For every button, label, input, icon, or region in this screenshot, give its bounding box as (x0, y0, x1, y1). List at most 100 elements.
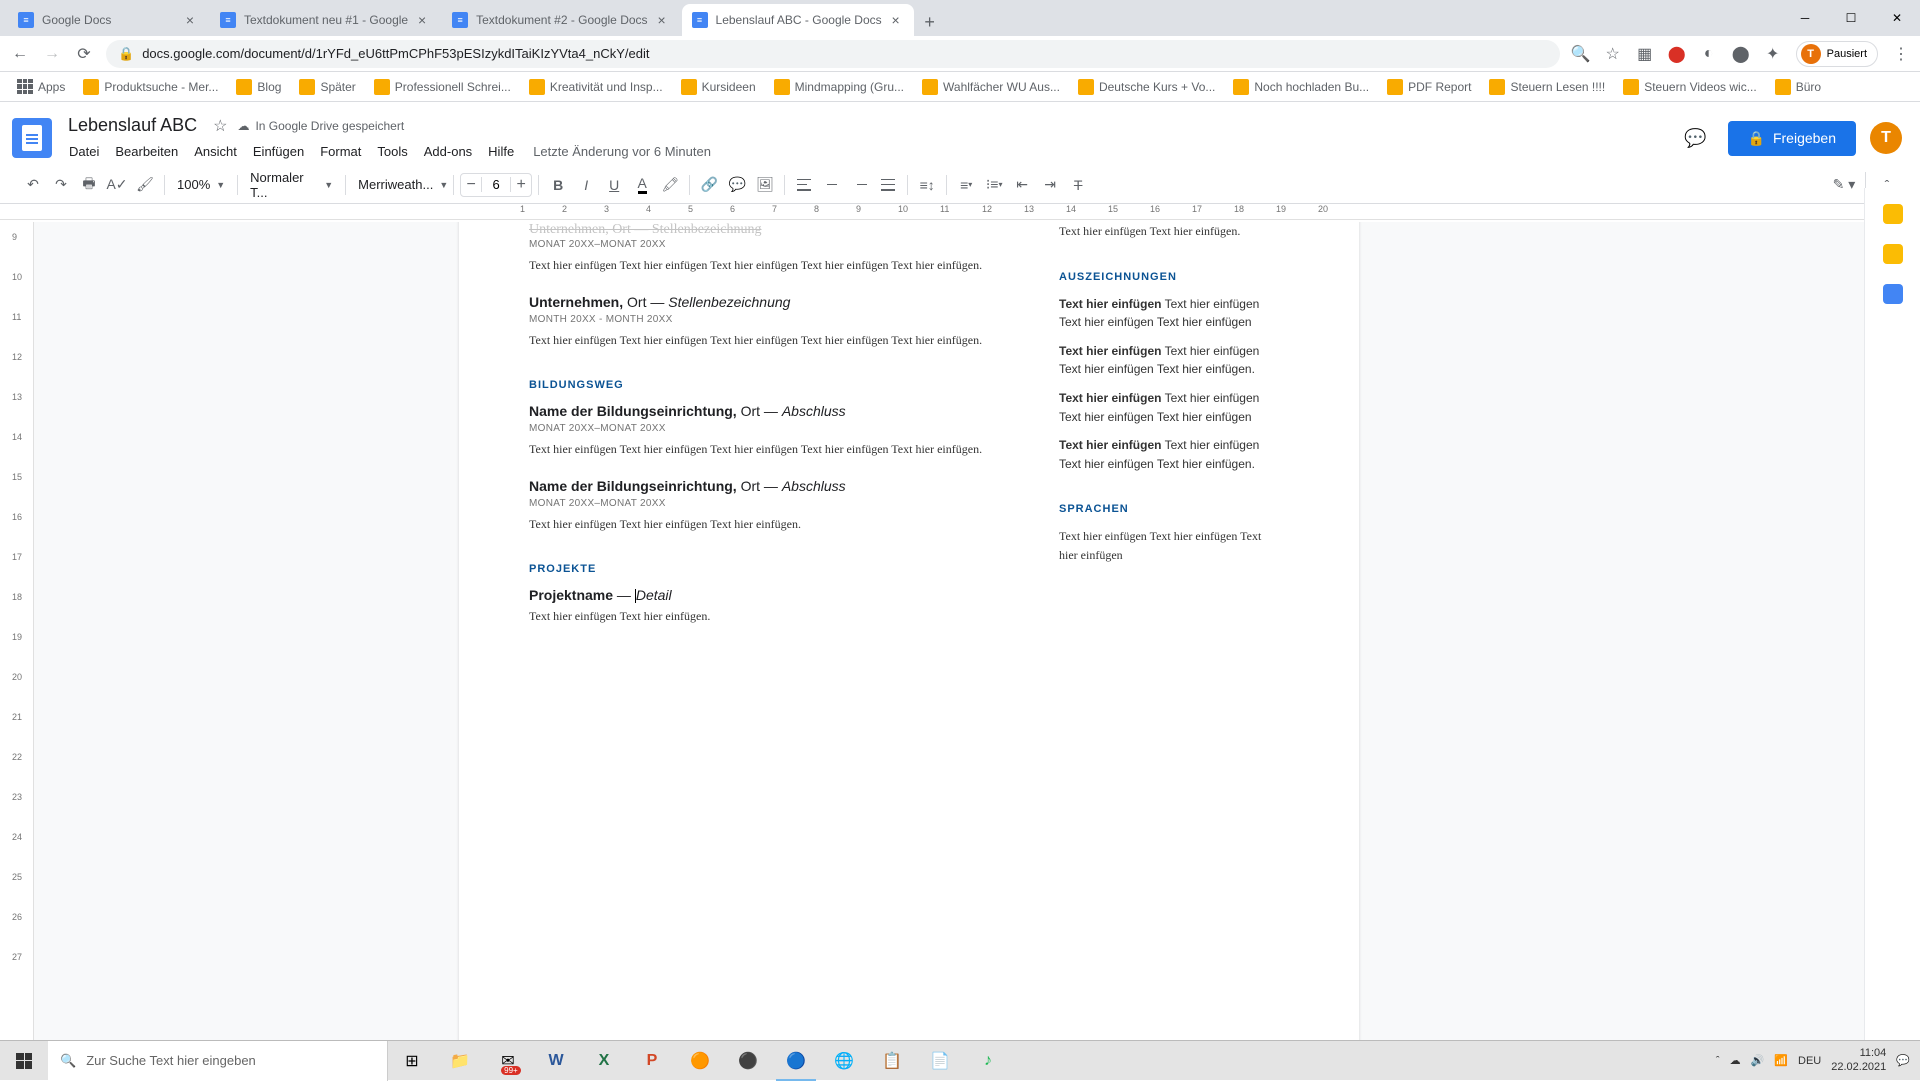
network-icon[interactable]: 📶 (1774, 1054, 1788, 1067)
align-right-button[interactable] (847, 172, 873, 198)
menu-help[interactable]: Hilfe (481, 140, 521, 163)
bookmark-item[interactable]: Steuern Lesen !!!! (1482, 75, 1612, 99)
section-heading-awards[interactable]: AUSZEICHNUNGEN (1059, 271, 1279, 283)
mail-icon[interactable]: ✉99+ (484, 1041, 532, 1081)
menu-icon[interactable]: ⋮ (1892, 45, 1910, 63)
section-heading-languages[interactable]: SPRACHEN (1059, 503, 1279, 515)
award-item[interactable]: Text hier einfügen Text hier einfügen Te… (1059, 436, 1279, 473)
browser-tab[interactable]: ≡ Lebenslauf ABC - Google Docs × (682, 4, 914, 36)
profile-chip[interactable]: T Pausiert (1796, 41, 1878, 67)
bookmark-item[interactable]: Kursideen (674, 75, 763, 99)
account-avatar[interactable]: T (1870, 122, 1902, 154)
docs-logo[interactable] (12, 118, 52, 158)
notifications-icon[interactable]: 💬 (1896, 1054, 1910, 1067)
entry-title[interactable]: Projektname — Detail (529, 587, 999, 605)
extension-icon[interactable]: ⬤ (1668, 45, 1686, 63)
new-tab-button[interactable]: + (916, 8, 944, 36)
section-heading-projects[interactable]: PROJEKTE (529, 563, 999, 575)
redo-button[interactable]: ↷ (48, 172, 74, 198)
entry-body[interactable]: Text hier einfügen Text hier einfügen. (529, 607, 999, 625)
entry-date[interactable]: MONAT 20XX–MONAT 20XX (529, 239, 999, 250)
bulleted-list-button[interactable]: ⁝≡▾ (981, 172, 1007, 198)
comments-button[interactable]: 💬 (1678, 120, 1714, 156)
close-icon[interactable]: × (182, 12, 198, 28)
obs-icon[interactable]: ⚫ (724, 1041, 772, 1081)
entry-title[interactable]: Unternehmen, Ort — Stellenbezeichnung (529, 294, 999, 312)
font-select[interactable]: Merriweath...▼ (352, 172, 447, 198)
reload-button[interactable]: ⟳ (74, 44, 94, 64)
menu-edit[interactable]: Bearbeiten (108, 140, 185, 163)
close-icon[interactable]: × (888, 12, 904, 28)
zoom-select[interactable]: 100%▼ (171, 172, 231, 198)
print-button[interactable]: 🖶 (76, 172, 102, 198)
insert-comment-button[interactable]: 💬 (724, 172, 750, 198)
entry-body[interactable]: Text hier einfügen Text hier einfügen Te… (529, 331, 999, 349)
align-center-button[interactable] (819, 172, 845, 198)
entry-date[interactable]: MONAT 20XX–MONAT 20XX (529, 498, 999, 509)
task-view-button[interactable]: ⊞ (388, 1041, 436, 1081)
bookmark-item[interactable]: Steuern Videos wic... (1616, 75, 1764, 99)
menu-addons[interactable]: Add-ons (417, 140, 479, 163)
keep-icon[interactable] (1883, 244, 1903, 264)
powerpoint-icon[interactable]: P (628, 1041, 676, 1081)
entry-title-truncated[interactable]: Unternehmen, Ort — Stellenbezeichnung (529, 222, 999, 238)
award-item[interactable]: Text hier einfügen Text hier einfügen Te… (1059, 389, 1279, 426)
italic-button[interactable]: I (573, 172, 599, 198)
last-edit-label[interactable]: Letzte Änderung vor 6 Minuten (533, 144, 711, 159)
vertical-ruler[interactable]: 9 10 11 12 13 14 15 16 17 18 19 20 21 22… (0, 222, 34, 1046)
back-button[interactable]: ← (10, 44, 30, 64)
browser-tab[interactable]: ≡ Textdokument #2 - Google Docs × (442, 4, 679, 36)
onedrive-icon[interactable]: ☁ (1730, 1054, 1741, 1067)
calendar-icon[interactable] (1883, 204, 1903, 224)
extension-icon[interactable]: ⬤ (1732, 45, 1750, 63)
close-icon[interactable]: × (654, 12, 670, 28)
word-icon[interactable]: W (532, 1041, 580, 1081)
clock[interactable]: 11:04 22.02.2021 (1831, 1047, 1886, 1073)
apps-button[interactable]: Apps (10, 75, 72, 99)
menu-file[interactable]: Datei (62, 140, 106, 163)
extensions-icon[interactable]: ✦ (1764, 45, 1782, 63)
spotify-icon[interactable]: ♪ (964, 1041, 1012, 1081)
bookmark-item[interactable]: Blog (229, 75, 288, 99)
entry-body[interactable]: Text hier einfügen Text hier einfügen Te… (529, 256, 999, 274)
extension-icon[interactable]: ◐ (1700, 45, 1718, 63)
app-icon[interactable]: 📋 (868, 1041, 916, 1081)
entry-body[interactable]: Text hier einfügen Text hier einfügen Te… (529, 440, 999, 458)
award-item[interactable]: Text hier einfügen Text hier einfügen Te… (1059, 342, 1279, 379)
star-icon[interactable]: ☆ (1604, 45, 1622, 63)
document-page[interactable]: Unternehmen, Ort — Stellenbezeichnung MO… (459, 222, 1359, 1046)
qr-icon[interactable]: ▦ (1636, 45, 1654, 63)
edge-icon[interactable]: 🌐 (820, 1041, 868, 1081)
close-icon[interactable]: × (414, 12, 430, 28)
editing-mode-button[interactable]: ✎ ▾ (1831, 172, 1857, 198)
clear-formatting-button[interactable]: T (1065, 172, 1091, 198)
numbered-list-button[interactable]: ≡▾ (953, 172, 979, 198)
volume-icon[interactable]: 🔊 (1751, 1054, 1765, 1067)
file-explorer-icon[interactable]: 📁 (436, 1041, 484, 1081)
minimize-button[interactable]: ─ (1782, 0, 1828, 36)
entry-date[interactable]: MONTH 20XX - MONTH 20XX (529, 314, 999, 325)
decrease-font-button[interactable]: − (461, 176, 481, 194)
chrome-icon[interactable]: 🔵 (772, 1041, 820, 1081)
line-spacing-button[interactable]: ≡↕ (914, 172, 940, 198)
zoom-icon[interactable]: 🔍 (1572, 45, 1590, 63)
url-input[interactable]: 🔒 docs.google.com/document/d/1rYFd_eU6tt… (106, 40, 1560, 68)
bookmark-item[interactable]: Später (292, 75, 362, 99)
font-size-input[interactable]: 6 (481, 177, 511, 192)
menu-tools[interactable]: Tools (370, 140, 414, 163)
languages-text[interactable]: Text hier einfügen Text hier einfügen Te… (1059, 527, 1279, 564)
bookmark-item[interactable]: Kreativität und Insp... (522, 75, 670, 99)
star-button[interactable]: ☆ (213, 116, 227, 136)
insert-image-button[interactable]: 🖼 (752, 172, 778, 198)
maximize-button[interactable]: ☐ (1828, 0, 1874, 36)
entry-date[interactable]: MONAT 20XX–MONAT 20XX (529, 423, 999, 434)
menu-format[interactable]: Format (313, 140, 368, 163)
insert-link-button[interactable]: 🔗 (696, 172, 722, 198)
tray-chevron-icon[interactable]: ˆ (1716, 1055, 1720, 1067)
bookmark-item[interactable]: Noch hochladen Bu... (1226, 75, 1376, 99)
share-button[interactable]: 🔒 Freigeben (1728, 121, 1856, 156)
taskbar-search[interactable]: 🔍 Zur Suche Text hier eingeben (48, 1041, 388, 1081)
save-status[interactable]: ☁ In Google Drive gespeichert (237, 119, 404, 133)
forward-button[interactable]: → (42, 44, 62, 64)
sidebar-text[interactable]: Text hier einfügen Text hier einfügen. (1059, 222, 1279, 241)
